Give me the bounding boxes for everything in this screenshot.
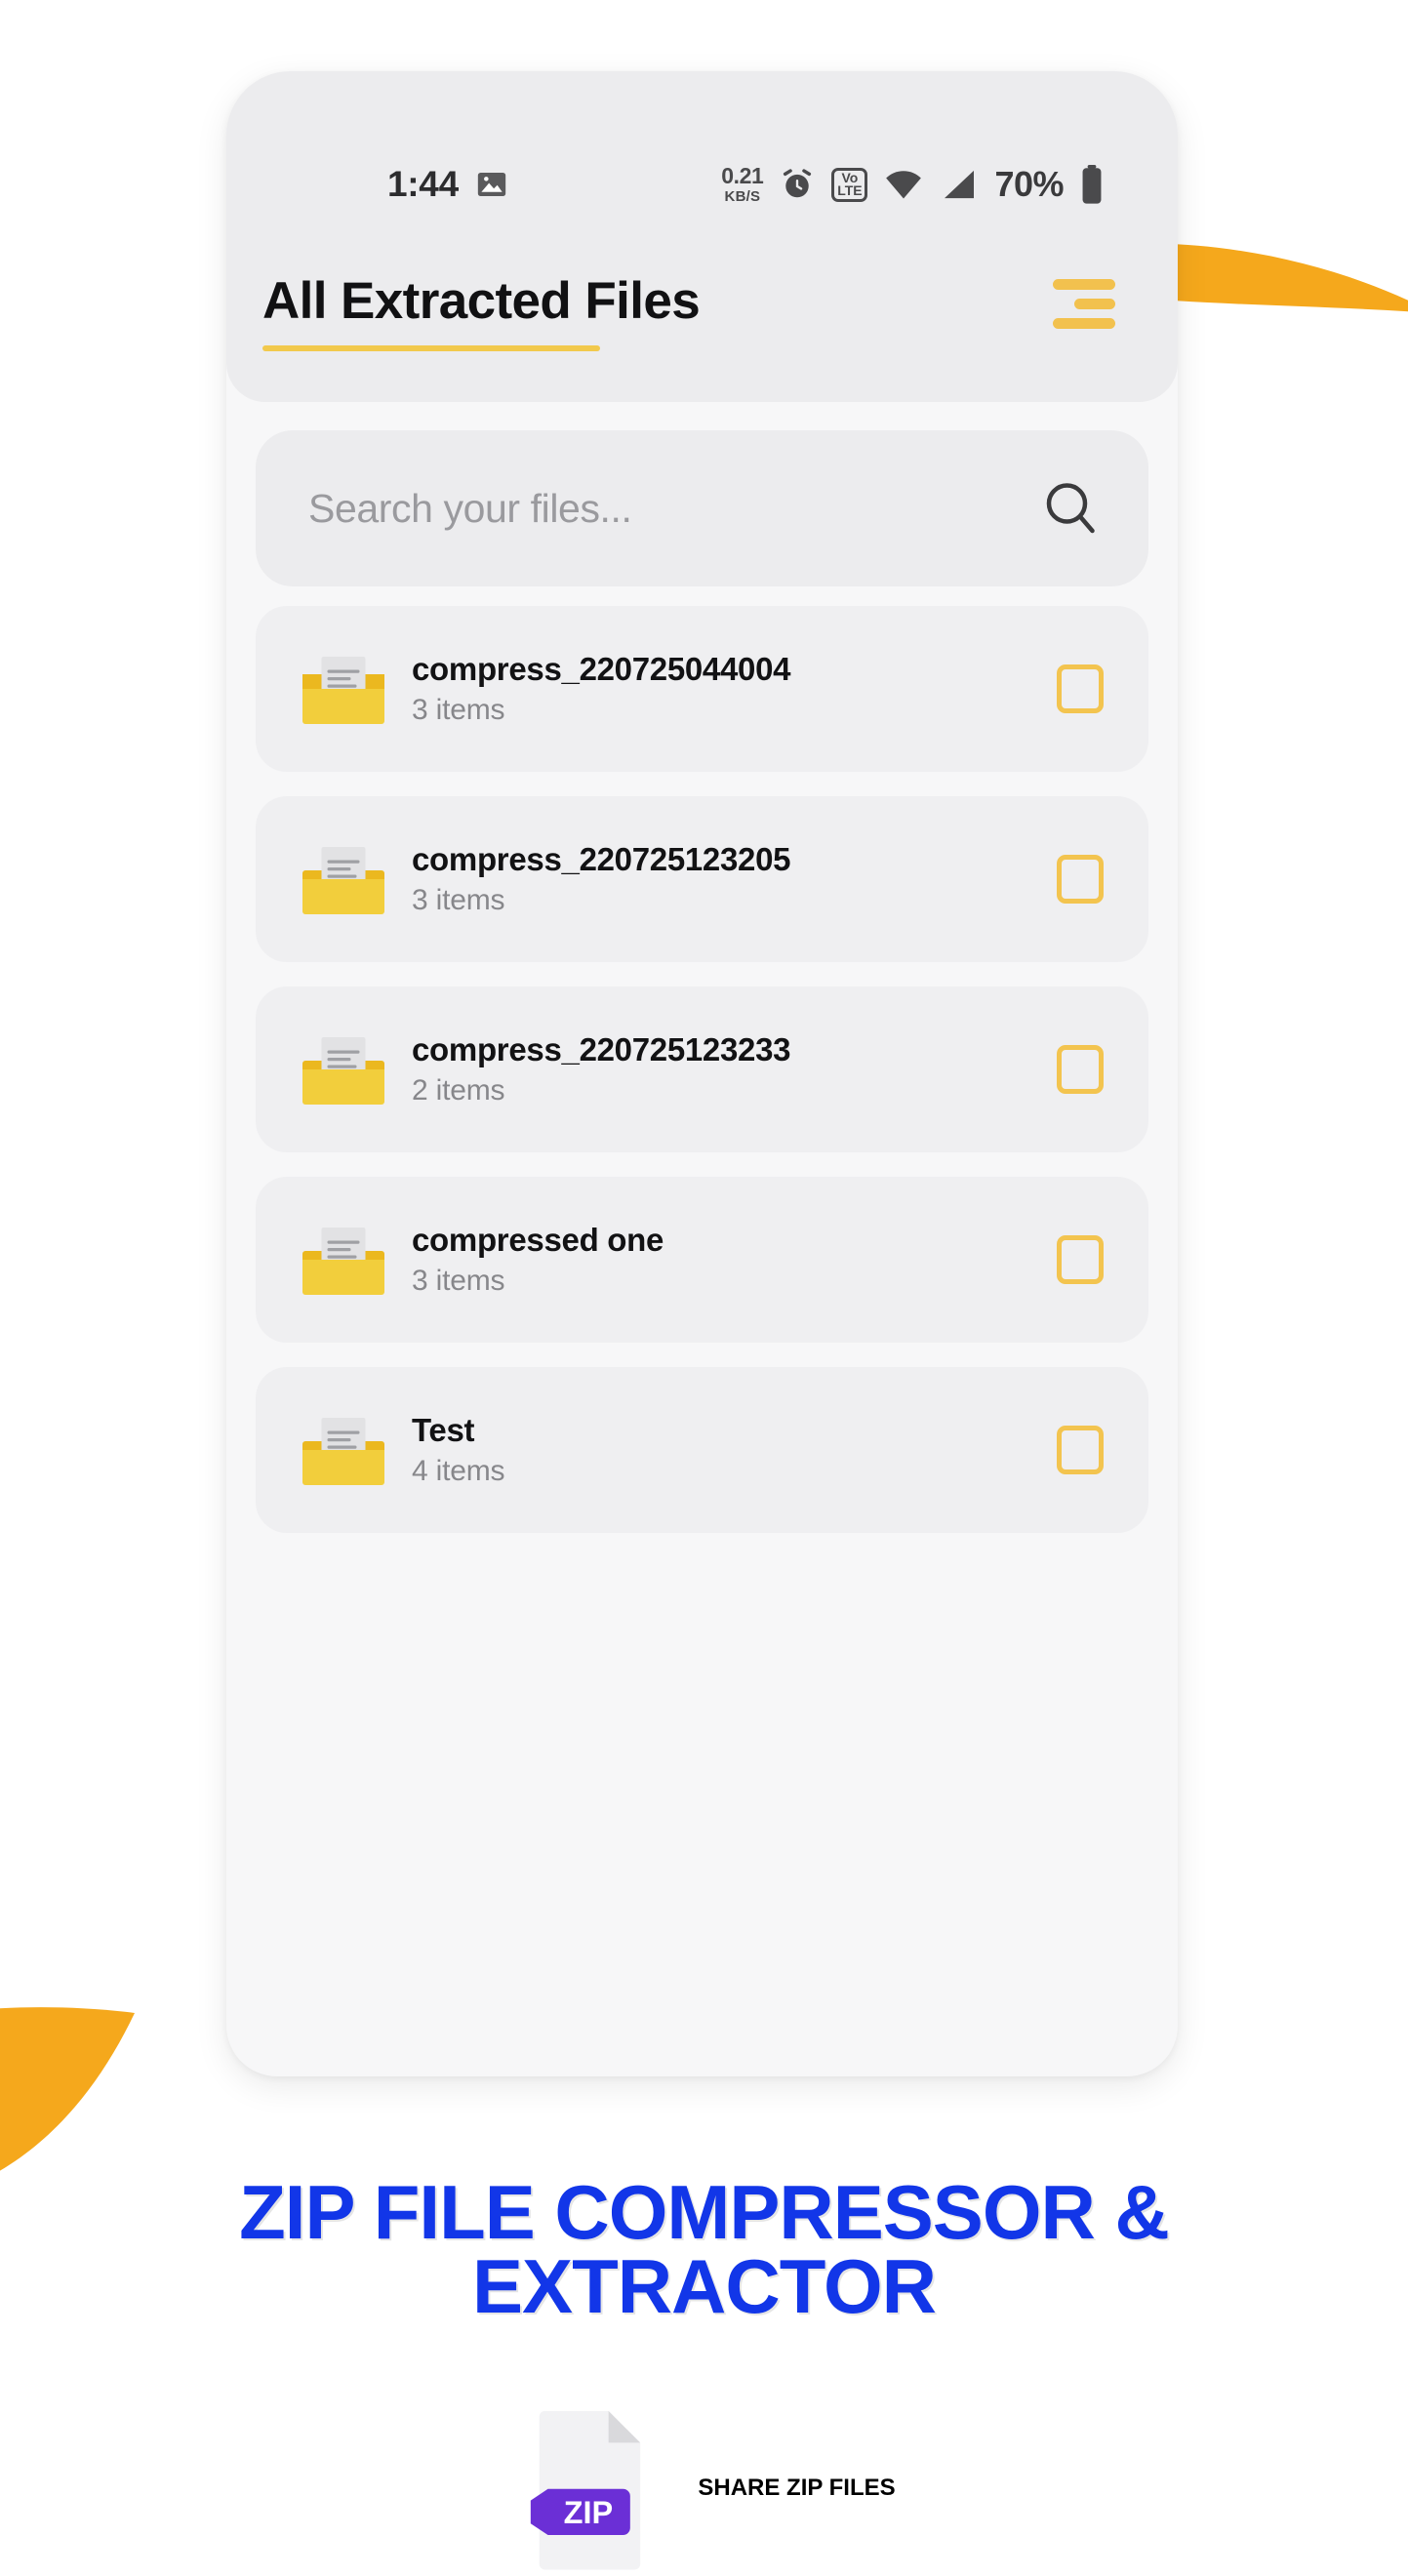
search-icon[interactable] xyxy=(1041,479,1100,538)
volte-bottom-label: LTE xyxy=(837,182,863,198)
title-underline xyxy=(262,345,600,351)
battery-icon xyxy=(1082,165,1102,204)
folder-document-icon xyxy=(302,1418,384,1485)
battery-percent: 70% xyxy=(994,164,1064,204)
promo-banner: ZIP FILE COMPRESSOR & EXTRACTOR xyxy=(0,2169,1408,2329)
file-info: compress_220725123205 3 items xyxy=(412,841,1057,917)
status-bar-right: 0.21 KB/S Vo LTE 70% xyxy=(721,164,1105,205)
table-row[interactable]: compressed one 3 items xyxy=(256,1177,1148,1343)
folder-document-icon xyxy=(302,847,384,914)
page-title: All Extracted Files xyxy=(262,272,701,330)
phone-mockup: 1:44 0.21 KB/S Vo LTE 70% All Extracted … xyxy=(226,71,1178,2076)
file-info: compress_220725044004 3 items xyxy=(412,651,1057,727)
table-row[interactable]: compress_220725123205 3 items xyxy=(256,796,1148,962)
status-bar: 1:44 0.21 KB/S Vo LTE 70% xyxy=(226,154,1178,215)
data-rate-unit: KB/S xyxy=(724,188,761,205)
select-checkbox[interactable] xyxy=(1057,1045,1104,1094)
select-checkbox[interactable] xyxy=(1057,1426,1104,1474)
hamburger-menu-icon[interactable] xyxy=(1053,276,1115,331)
cellular-signal-icon xyxy=(945,170,975,199)
search-bar[interactable]: Search your files... xyxy=(256,430,1148,586)
file-item-count: 3 items xyxy=(412,1265,505,1297)
select-checkbox[interactable] xyxy=(1057,1235,1104,1284)
table-row[interactable]: compress_220725044004 3 items xyxy=(256,606,1148,772)
file-info: compressed one 3 items xyxy=(412,1222,1057,1298)
alarm-clock-icon xyxy=(784,169,812,198)
select-checkbox[interactable] xyxy=(1057,664,1104,713)
table-row[interactable]: compress_220725123233 2 items xyxy=(256,986,1148,1152)
file-name: compress_220725123205 xyxy=(412,841,791,877)
volte-icon: Vo LTE xyxy=(831,167,868,202)
folder-document-icon xyxy=(302,1228,384,1295)
file-info: compress_220725123233 2 items xyxy=(412,1031,1057,1107)
file-item-count: 3 items xyxy=(412,884,505,916)
data-rate-indicator: 0.21 KB/S xyxy=(721,163,764,205)
file-item-count: 2 items xyxy=(412,1074,505,1107)
status-time: 1:44 xyxy=(387,164,459,204)
file-info: Test 4 items xyxy=(412,1412,1057,1488)
file-item-count: 4 items xyxy=(412,1455,505,1487)
search-input[interactable]: Search your files... xyxy=(308,486,1041,532)
file-name: compressed one xyxy=(412,1222,664,1258)
file-name: compress_220725044004 xyxy=(412,651,791,687)
promo-subline: SHARE ZIP FILES xyxy=(698,2475,896,2501)
wifi-icon xyxy=(886,171,922,199)
select-checkbox[interactable] xyxy=(1057,855,1104,904)
zip-badge-label: ZIP xyxy=(564,2495,614,2530)
image-icon xyxy=(477,172,506,197)
promo-screenshot: 1:44 0.21 KB/S Vo LTE 70% All Extracted … xyxy=(0,0,1408,2576)
table-row[interactable]: Test 4 items xyxy=(256,1367,1148,1533)
promo-headline: ZIP FILE COMPRESSOR & EXTRACTOR xyxy=(239,2169,1170,2329)
app-header-card xyxy=(226,71,1178,402)
data-rate-value: 0.21 xyxy=(721,163,764,188)
folder-document-icon xyxy=(302,657,384,724)
status-bar-left: 1:44 xyxy=(387,164,508,205)
folder-document-icon xyxy=(302,1037,384,1105)
file-item-count: 3 items xyxy=(412,694,505,726)
promo-subline-row: ZIP SHARE ZIP FILES xyxy=(0,2405,1408,2571)
zip-document-icon: ZIP xyxy=(531,2410,641,2570)
extracted-files-list: compress_220725044004 3 items compress_2… xyxy=(256,606,1148,1557)
file-name: compress_220725123233 xyxy=(412,1031,791,1067)
file-name: Test xyxy=(412,1412,475,1448)
